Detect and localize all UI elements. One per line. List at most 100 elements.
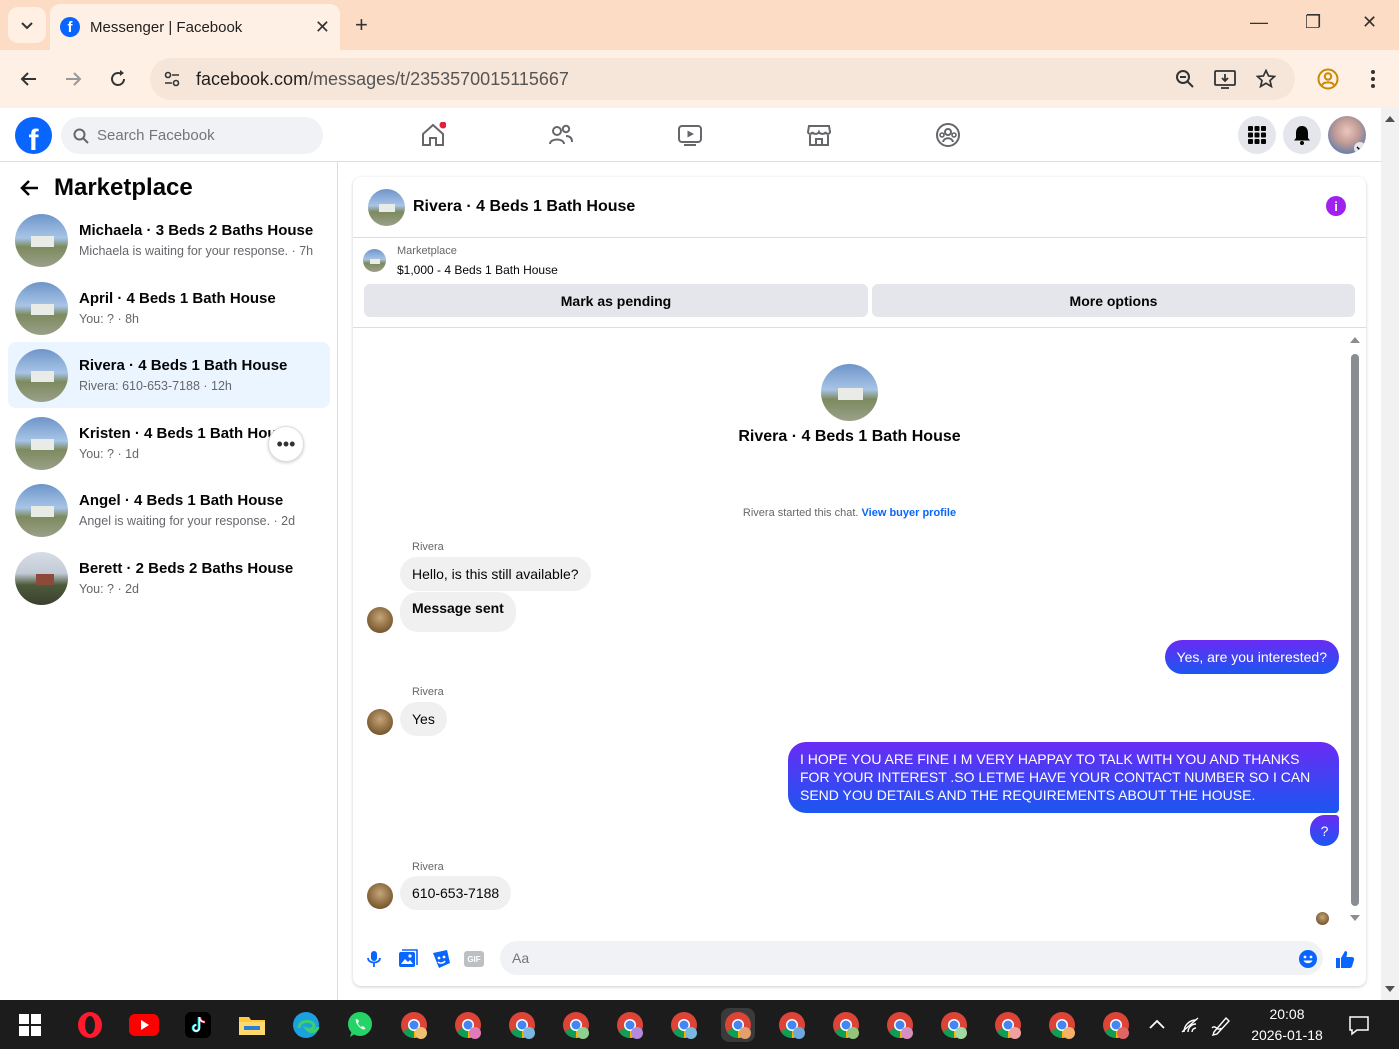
- search-input[interactable]: [97, 127, 297, 144]
- chrome-profile-app[interactable]: [559, 1008, 593, 1042]
- whatsapp-app[interactable]: [343, 1008, 377, 1042]
- conversation-item[interactable]: April · 4 Beds 1 Bath House You: ? · 8h: [8, 275, 330, 341]
- conversation-item[interactable]: Michaela · 3 Beds 2 Baths House Michaela …: [8, 207, 330, 273]
- chrome-profile-app[interactable]: [613, 1008, 647, 1042]
- video-icon[interactable]: [677, 122, 703, 148]
- chrome-profile-app[interactable]: [775, 1008, 809, 1042]
- message-input[interactable]: [512, 950, 1272, 966]
- youtube-app[interactable]: [127, 1008, 161, 1042]
- mark-pending-button[interactable]: Mark as pending: [364, 284, 868, 317]
- chrome-profile-app[interactable]: [829, 1008, 863, 1042]
- friends-icon[interactable]: [548, 122, 574, 148]
- start-button[interactable]: [13, 1008, 47, 1042]
- groups-icon[interactable]: [935, 122, 961, 148]
- scroll-up-icon[interactable]: [1384, 114, 1396, 124]
- notifications-button[interactable]: [1283, 116, 1321, 154]
- back-arrow-icon[interactable]: [20, 178, 40, 198]
- incoming-message[interactable]: Yes: [400, 702, 447, 737]
- tab-search-button[interactable]: [8, 7, 46, 43]
- chrome-profile-app[interactable]: [1045, 1008, 1079, 1042]
- account-avatar[interactable]: [1328, 116, 1366, 154]
- file-explorer-app[interactable]: [235, 1008, 269, 1042]
- zoom-icon[interactable]: [1175, 69, 1195, 89]
- window-close-icon[interactable]: ✕: [1362, 12, 1377, 33]
- scroll-down-icon[interactable]: [1349, 913, 1361, 923]
- back-icon[interactable]: [16, 66, 42, 92]
- listing-summary[interactable]: Marketplace $1,000 - 4 Beds 1 Bath House: [363, 245, 558, 277]
- chrome-profile-app[interactable]: [451, 1008, 485, 1042]
- chrome-icon: [1103, 1012, 1129, 1039]
- incoming-message[interactable]: 610-653-7188: [400, 876, 512, 911]
- reload-icon[interactable]: [105, 66, 131, 92]
- network-icon[interactable]: [1180, 1016, 1200, 1034]
- gif-icon[interactable]: GIF: [464, 951, 484, 967]
- profile-icon[interactable]: [1315, 66, 1341, 92]
- chrome-icon: [887, 1012, 913, 1039]
- chrome-profile-app[interactable]: [991, 1008, 1025, 1042]
- notification-center-icon[interactable]: [1348, 1014, 1370, 1036]
- conversation-item[interactable]: Angel · 4 Beds 1 Bath House Angel is wait…: [8, 477, 330, 543]
- browser-menu-icon[interactable]: [1360, 66, 1386, 92]
- whatsapp-icon: [348, 1012, 372, 1037]
- listing-avatar[interactable]: [368, 188, 405, 226]
- chrome-profile-app[interactable]: [883, 1008, 917, 1042]
- opera-app[interactable]: [73, 1008, 107, 1042]
- browser-tab[interactable]: f Messenger | Facebook ✕: [50, 4, 340, 50]
- chat-scroll-thumb[interactable]: [1351, 354, 1359, 906]
- conversation-item-active[interactable]: Rivera · 4 Beds 1 Bath House Rivera: 610-…: [8, 342, 330, 408]
- conversation-item[interactable]: Kristen · 4 Beds 1 Bath House You: ? · 1d…: [8, 410, 330, 476]
- conversation-name: Kristen · 4 Beds 1 Bath House: [79, 425, 294, 442]
- microphone-icon[interactable]: [364, 949, 384, 969]
- new-tab-button[interactable]: +: [355, 12, 368, 38]
- scroll-up-icon[interactable]: [1349, 335, 1361, 345]
- more-options-icon[interactable]: •••: [268, 426, 304, 462]
- menu-grid-button[interactable]: [1238, 116, 1276, 154]
- site-settings-icon[interactable]: [162, 69, 182, 89]
- incoming-message[interactable]: Message sent: [400, 592, 516, 632]
- address-bar[interactable]: facebook.com/messages/t/2353570015115667: [150, 58, 1295, 100]
- chrome-profile-app-active[interactable]: [721, 1008, 755, 1042]
- system-clock[interactable]: 20:08 2026-01-18: [1245, 1004, 1329, 1046]
- scroll-down-icon[interactable]: [1384, 984, 1396, 994]
- chrome-profile-app[interactable]: [1099, 1008, 1133, 1042]
- view-buyer-profile-link[interactable]: View buyer profile: [862, 507, 957, 519]
- incoming-message[interactable]: Hello, is this still available?: [400, 557, 591, 592]
- facebook-search[interactable]: [61, 117, 323, 154]
- chrome-profile-app[interactable]: [397, 1008, 431, 1042]
- bookmark-star-icon[interactable]: [1256, 69, 1276, 89]
- chrome-profile-app[interactable]: [505, 1008, 539, 1042]
- outgoing-message[interactable]: I HOPE YOU ARE FINE I M VERY HAPPAY TO T…: [788, 742, 1339, 813]
- tab-close-icon[interactable]: ✕: [315, 17, 330, 38]
- outgoing-message[interactable]: Yes, are you interested?: [1164, 640, 1339, 675]
- home-icon[interactable]: [420, 122, 446, 148]
- facebook-logo-icon[interactable]: f: [15, 117, 52, 154]
- chevron-up-icon[interactable]: [1148, 1018, 1166, 1030]
- pen-icon[interactable]: [1210, 1014, 1232, 1036]
- conversation-preview: You: ? · 8h: [79, 312, 140, 326]
- chrome-icon: [941, 1012, 967, 1039]
- sender-avatar[interactable]: [367, 883, 393, 909]
- outgoing-message[interactable]: ?: [1310, 815, 1339, 846]
- restore-icon[interactable]: ❐: [1305, 12, 1321, 33]
- sender-avatar[interactable]: [367, 709, 393, 735]
- photo-icon[interactable]: [398, 949, 418, 969]
- page-scrollbar[interactable]: [1381, 108, 1399, 1000]
- sender-avatar[interactable]: [367, 607, 393, 633]
- marketplace-icon[interactable]: [806, 122, 832, 148]
- more-options-button[interactable]: More options: [872, 284, 1355, 317]
- divider: [353, 327, 1366, 328]
- forward-icon[interactable]: [60, 66, 86, 92]
- edge-app[interactable]: [289, 1008, 323, 1042]
- chrome-profile-app[interactable]: [937, 1008, 971, 1042]
- install-app-icon[interactable]: [1214, 69, 1236, 89]
- minimize-icon[interactable]: —: [1250, 12, 1268, 33]
- emoji-icon[interactable]: [1298, 949, 1318, 969]
- tiktok-app[interactable]: [181, 1008, 215, 1042]
- message-input-box[interactable]: [500, 941, 1323, 975]
- chat-title[interactable]: Rivera · 4 Beds 1 Bath House: [413, 198, 635, 216]
- sticker-icon[interactable]: [431, 949, 451, 969]
- like-icon[interactable]: [1335, 949, 1355, 969]
- chrome-profile-app[interactable]: [667, 1008, 701, 1042]
- conversation-item[interactable]: Berett · 2 Beds 2 Baths House You: ? · 2d: [8, 545, 330, 611]
- info-icon[interactable]: i: [1326, 196, 1346, 216]
